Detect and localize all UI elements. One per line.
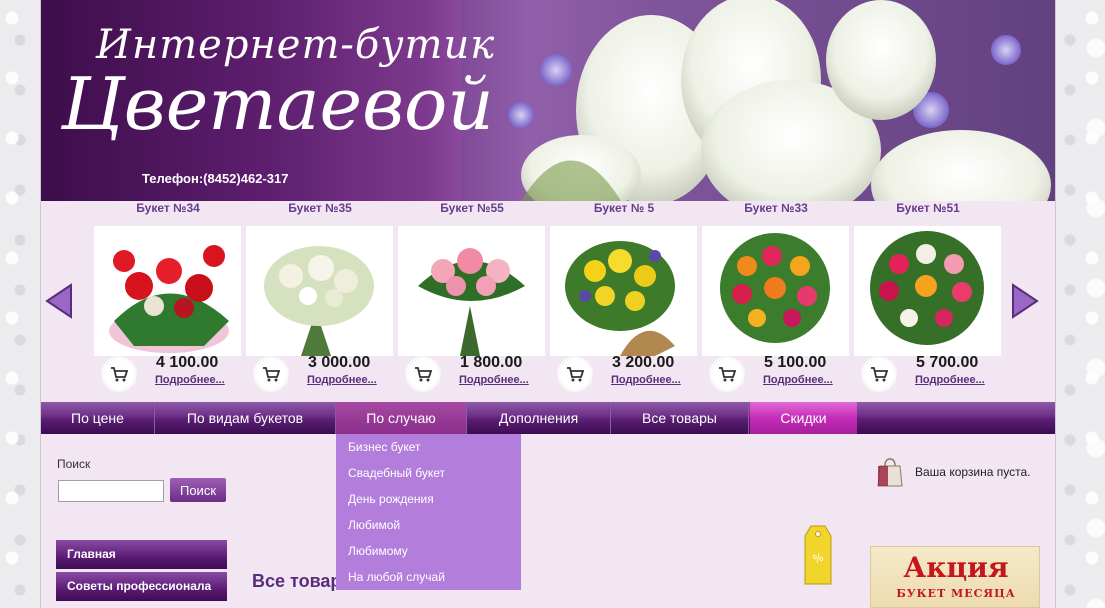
product-details-link[interactable]: Подробнее...: [915, 374, 985, 386]
product-price: 5 100.00: [764, 354, 827, 371]
sidebar-item-pro-tips[interactable]: Советы профессионала: [56, 572, 227, 601]
product-details-link[interactable]: Подробнее...: [763, 374, 833, 386]
page: Интернет-бутик Цветаевой Телефон:(8452)4…: [40, 0, 1056, 608]
add-to-cart-button[interactable]: [405, 356, 441, 392]
header-banner: Интернет-бутик Цветаевой Телефон:(8452)4…: [41, 0, 1055, 201]
product-price: 3 200.00: [612, 354, 675, 371]
product-price: 3 000.00: [308, 354, 371, 371]
product-image[interactable]: [702, 226, 849, 356]
product-image[interactable]: [398, 226, 545, 356]
product-image[interactable]: [550, 226, 697, 356]
product-details-link[interactable]: Подробнее...: [611, 374, 681, 386]
carousel-item: Букет №33 5 100.00 Подробнее...: [702, 201, 850, 401]
product-name[interactable]: Букет №33: [702, 201, 850, 215]
main-nav: По цене По видам букетов По случаю Допол…: [41, 402, 1055, 434]
dropdown-item-wedding[interactable]: Свадебный букет: [348, 466, 445, 480]
cart-status: Ваша корзина пуста.: [915, 465, 1031, 479]
flowers-banner-image: [461, 0, 1055, 201]
cart-icon: [719, 367, 737, 382]
product-image[interactable]: [854, 226, 1001, 356]
sidebar-item-home[interactable]: Главная: [56, 540, 227, 569]
product-carousel: Букет №34 4 100.00 Подробнее... Букет №3…: [41, 201, 1055, 402]
carousel-item: Букет №34 4 100.00 Подробнее...: [94, 201, 242, 401]
promo-title: Акция: [903, 551, 1009, 584]
search-input[interactable]: [58, 480, 164, 502]
promo-banner[interactable]: Акция БУКЕТ МЕСЯЦА: [870, 546, 1040, 608]
dropdown-item-birthday[interactable]: День рождения: [348, 492, 434, 506]
cart-icon: [263, 367, 281, 382]
cart-icon: [111, 367, 129, 382]
product-name[interactable]: Букет №34: [94, 201, 242, 215]
dropdown-item-any-occasion[interactable]: На любой случай: [348, 570, 445, 584]
nav-item-all-products[interactable]: Все товары: [611, 402, 749, 434]
search-button[interactable]: Поиск: [170, 478, 226, 502]
product-details-link[interactable]: Подробнее...: [155, 374, 225, 386]
carousel-next-arrow-icon[interactable]: [1011, 283, 1039, 319]
product-name[interactable]: Букет №51: [854, 201, 1002, 215]
carousel-item: Букет № 5 3 200.00 Подробнее...: [550, 201, 698, 401]
nav-item-by-occasion[interactable]: По случаю: [336, 402, 467, 434]
search-label: Поиск: [57, 457, 91, 471]
product-name[interactable]: Букет №55: [398, 201, 546, 215]
nav-item-extras[interactable]: Дополнения: [467, 402, 611, 434]
add-to-cart-button[interactable]: [709, 356, 745, 392]
dropdown-item-for-him[interactable]: Любимому: [348, 544, 408, 558]
cart-icon: [871, 367, 889, 382]
product-image[interactable]: [94, 226, 241, 356]
cart-icon: [415, 367, 433, 382]
product-name[interactable]: Букет № 5: [550, 201, 698, 215]
product-details-link[interactable]: Подробнее...: [459, 374, 529, 386]
discount-tag-icon: %: [804, 525, 832, 585]
carousel-item: Букет №55 1 800.00 Подробнее...: [398, 201, 546, 401]
nav-item-by-bouquet-type[interactable]: По видам букетов: [155, 402, 336, 434]
add-to-cart-button[interactable]: [253, 356, 289, 392]
occasion-dropdown: Бизнес букет Свадебный букет День рожден…: [336, 434, 521, 590]
nav-item-discounts[interactable]: Скидки: [750, 402, 857, 434]
product-details-link[interactable]: Подробнее...: [307, 374, 377, 386]
carousel-item: Букет №51 5 700.00 Подробнее...: [854, 201, 1002, 401]
add-to-cart-button[interactable]: [101, 356, 137, 392]
phone-number: Телефон:(8452)462-317: [142, 171, 289, 186]
carousel-prev-arrow-icon[interactable]: [45, 283, 73, 319]
carousel-item: Букет №35 3 000.00 Подробнее...: [246, 201, 394, 401]
product-price: 1 800.00: [460, 354, 523, 371]
shopping-bag-icon[interactable]: [875, 456, 905, 488]
dropdown-item-business[interactable]: Бизнес букет: [348, 440, 420, 454]
cart-icon: [567, 367, 585, 382]
dropdown-item-for-her[interactable]: Любимой: [348, 518, 400, 532]
product-price: 4 100.00: [156, 354, 219, 371]
add-to-cart-button[interactable]: [557, 356, 593, 392]
nav-item-by-price[interactable]: По цене: [41, 402, 155, 434]
page-title: Все товар: [252, 571, 342, 591]
add-to-cart-button[interactable]: [861, 356, 897, 392]
promo-subtitle: БУКЕТ МЕСЯЦА: [896, 587, 1016, 600]
product-name[interactable]: Букет №35: [246, 201, 394, 215]
logo-line2: Цветаевой: [61, 62, 494, 146]
product-price: 5 700.00: [916, 354, 979, 371]
product-image[interactable]: [246, 226, 393, 356]
